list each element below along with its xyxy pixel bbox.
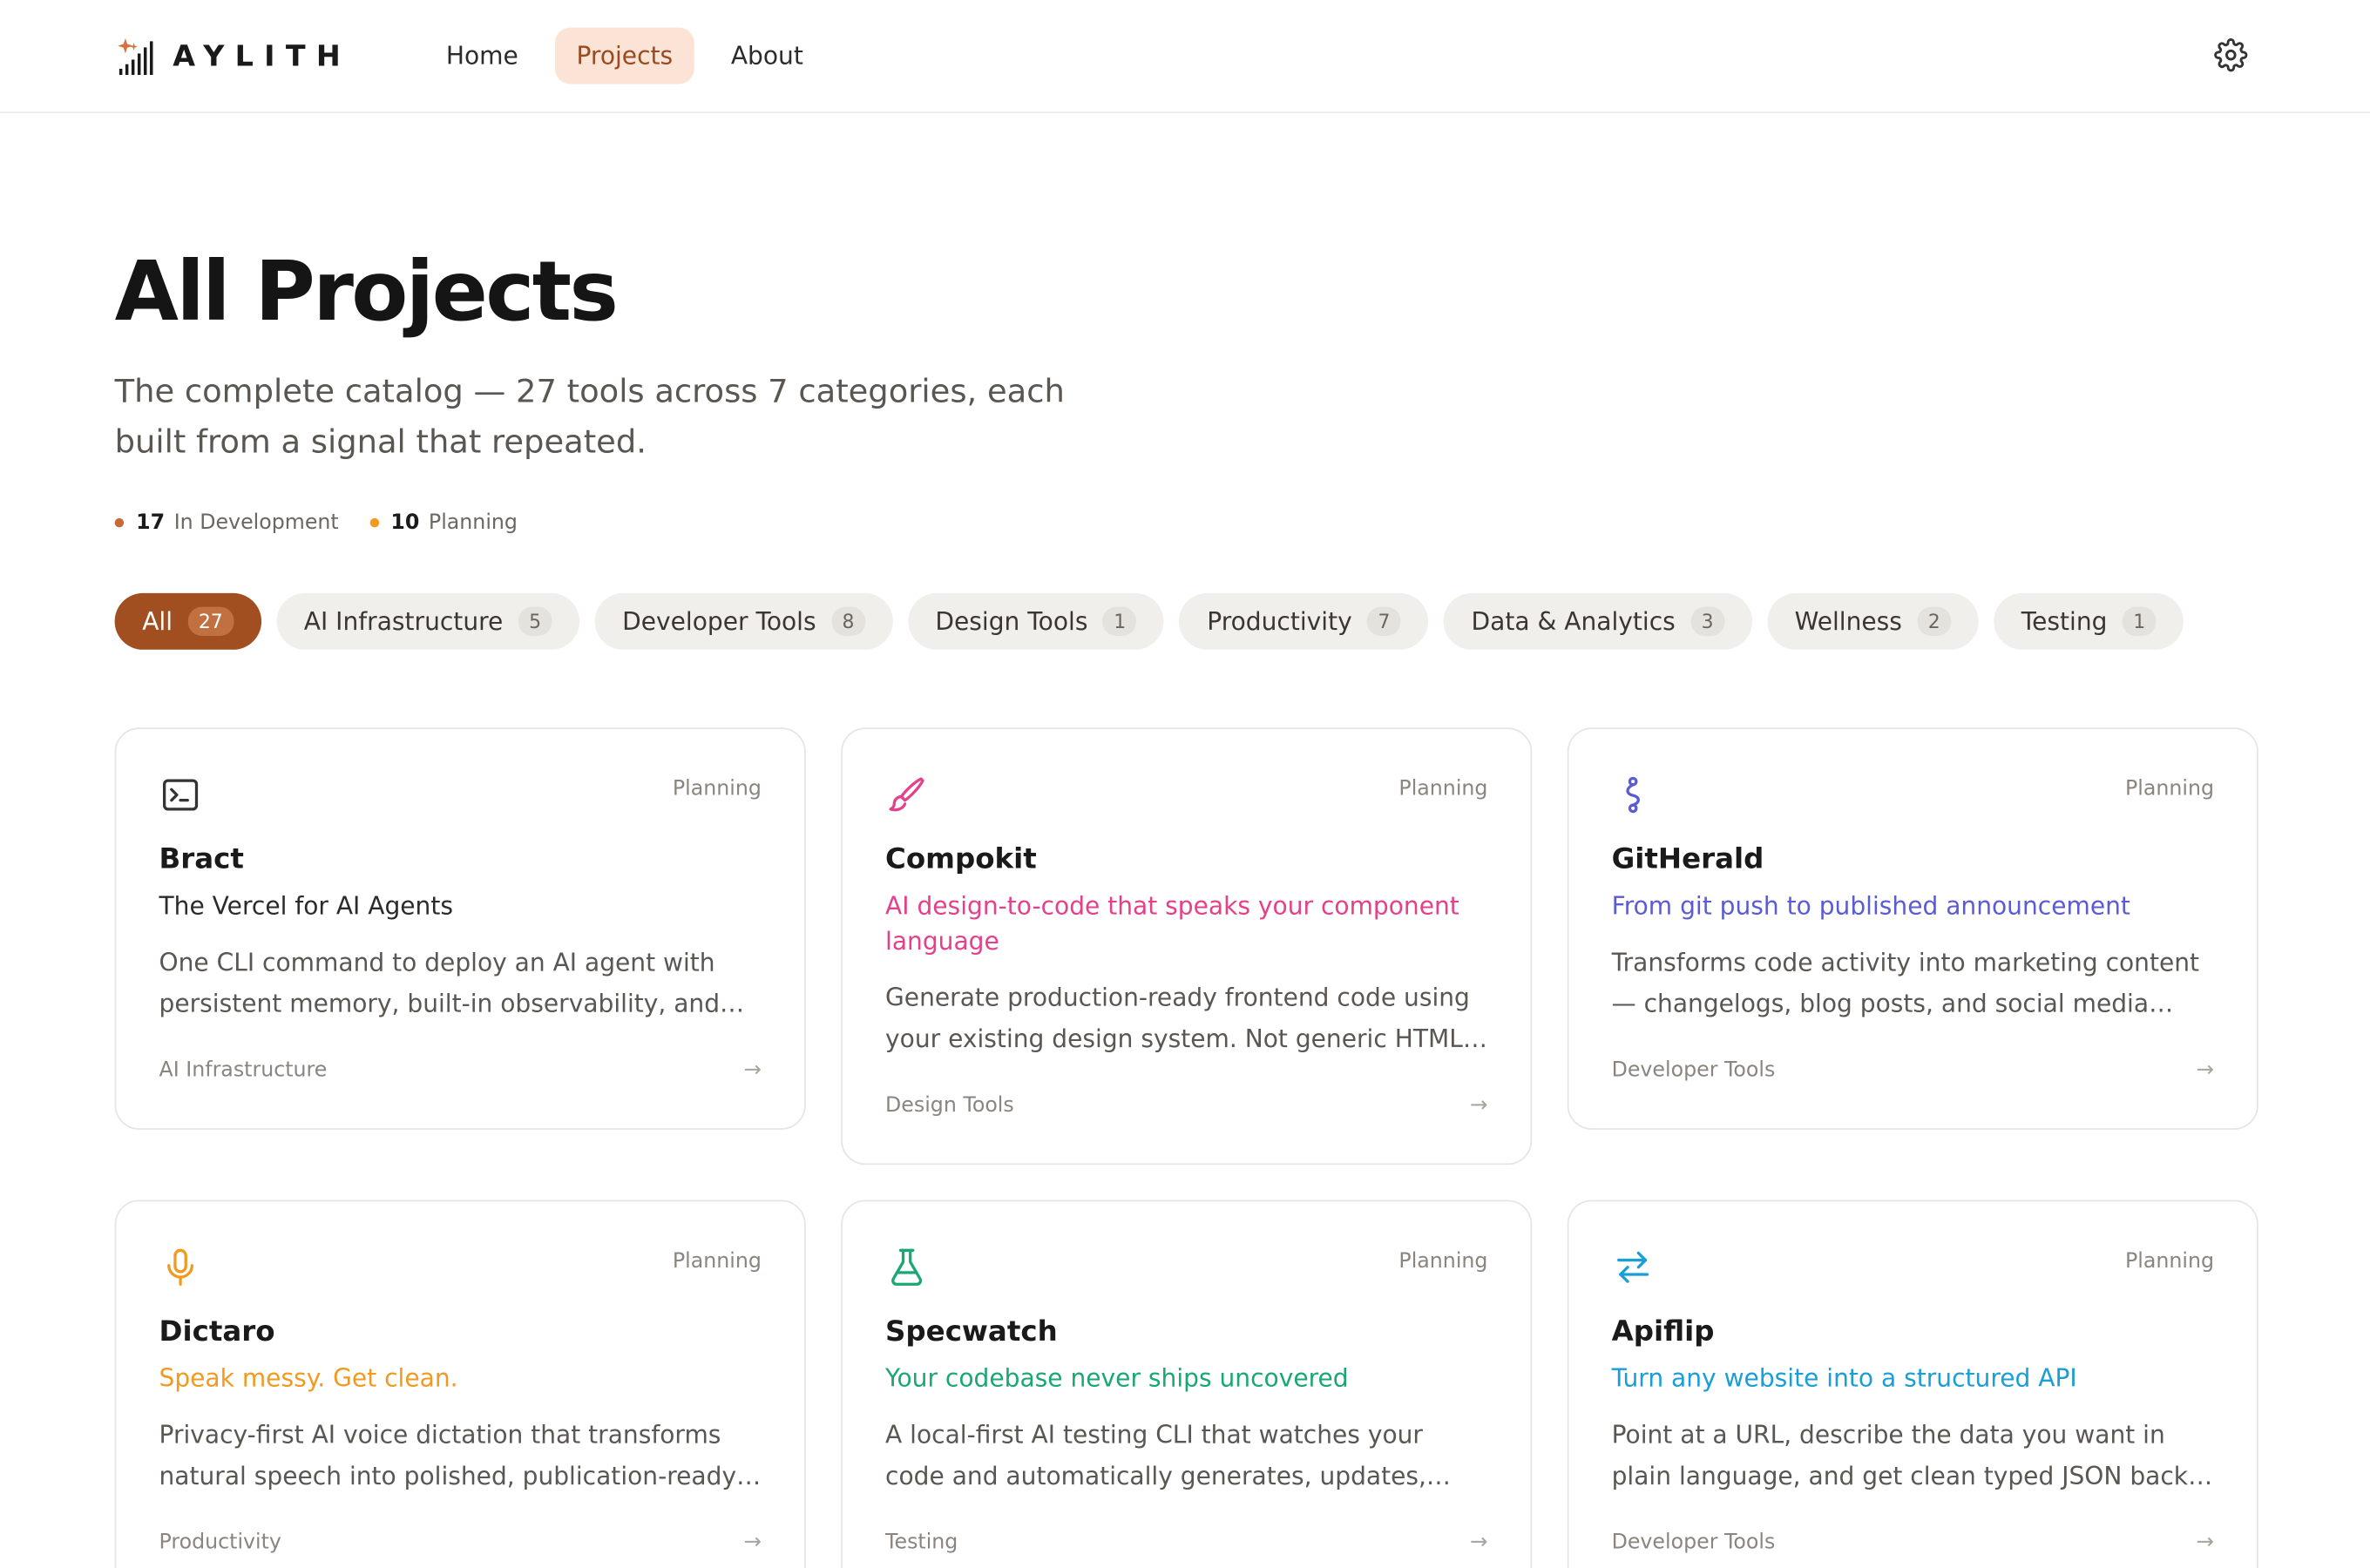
arrow-right-icon: → (1469, 1530, 1488, 1555)
page-title: All Projects (114, 243, 619, 340)
project-category: AI Infrastructure (159, 1058, 328, 1083)
nav-about[interactable]: About (709, 28, 824, 84)
filter-data-analytics[interactable]: Data & Analytics 3 (1443, 592, 1752, 650)
project-tagline: Speak messy. Get clean. (159, 1363, 458, 1393)
project-description: One CLI command to deploy an AI agent wi… (159, 948, 745, 1018)
filter-all[interactable]: All 27 (114, 592, 261, 650)
top-nav: AYLITH Home Projects About (0, 0, 2370, 113)
filter-ai-infrastructure[interactable]: AI Infrastructure 5 (276, 592, 579, 650)
planning-dot-icon (369, 517, 379, 528)
project-description: Transforms code activity into marketing … (1611, 948, 2200, 1018)
paintbrush-icon (889, 777, 924, 812)
project-category: Developer Tools (1611, 1530, 1776, 1555)
project-name: Bract (159, 843, 244, 876)
brand-name: AYLITH (173, 38, 352, 73)
status-badge: Planning (672, 1248, 762, 1274)
arrow-right-icon: → (743, 1058, 762, 1083)
nav-projects[interactable]: Projects (554, 27, 694, 84)
filter-productivity[interactable]: Productivity 7 (1179, 592, 1429, 650)
project-category: Productivity (159, 1530, 281, 1555)
status-badge: Planning (2124, 776, 2215, 801)
nav-home[interactable]: Home (424, 28, 539, 84)
status-badge: Planning (672, 776, 762, 801)
project-name: Compokit (885, 843, 1037, 876)
project-category: Testing (885, 1530, 958, 1555)
project-description: Privacy-first AI voice dictation that tr… (159, 1420, 737, 1490)
hero: All Projects The complete catalog — 27 t… (0, 113, 2370, 650)
arrow-right-icon: → (1469, 1092, 1488, 1118)
brand[interactable]: AYLITH (115, 34, 351, 77)
arrow-right-icon: → (2196, 1058, 2215, 1083)
filter-developer-tools[interactable]: Developer Tools 8 (594, 592, 893, 650)
project-tagline: From git push to published announcement (1611, 891, 2130, 921)
project-description: Generate production-ready frontend code … (885, 983, 1470, 1054)
status-badge: Planning (1398, 776, 1488, 801)
page-subtitle: The complete catalog — 27 tools across 7… (114, 373, 1065, 461)
project-category: Developer Tools (1611, 1058, 1776, 1083)
swap-arrows-icon (1617, 1251, 1649, 1283)
filter-wellness[interactable]: Wellness 2 (1767, 592, 1979, 650)
project-card-compokit[interactable]: Planning Compokit AI design-to-code that… (841, 727, 1533, 1166)
project-name: GitHerald (1611, 843, 1764, 876)
status-stats: 17 In Development 10 Planning (114, 510, 2256, 535)
project-card-bract[interactable]: Planning Bract The Vercel for AI Agents … (114, 727, 806, 1130)
project-name: Dictaro (159, 1315, 275, 1348)
stat-in-development: 17 In Development (114, 510, 339, 535)
project-description: A local-first AI testing CLI that watche… (885, 1420, 1426, 1490)
arrow-right-icon: → (2196, 1530, 2215, 1555)
aylith-logo-icon (118, 37, 153, 75)
project-tagline: Your codebase never ships uncovered (885, 1363, 1349, 1393)
status-badge: Planning (2124, 1248, 2215, 1274)
project-tagline: AI design-to-code that speaks your compo… (885, 891, 1459, 956)
nav-links: Home Projects About (424, 27, 824, 84)
project-tagline: The Vercel for AI Agents (159, 891, 454, 921)
project-card-specwatch[interactable]: Planning Specwatch Your codebase never s… (841, 1200, 1533, 1568)
in-development-dot-icon (114, 517, 125, 528)
project-card-apiflip[interactable]: Planning Apiflip Turn any website into a… (1567, 1200, 2258, 1568)
status-badge: Planning (1398, 1248, 1488, 1274)
terminal-icon (163, 779, 199, 811)
project-grid: Planning Bract The Vercel for AI Agents … (114, 727, 2258, 1568)
project-name: Apiflip (1611, 1315, 1715, 1348)
category-filters: All 27 AI Infrastructure 5 Developer Tools… (114, 592, 2256, 650)
flask-icon (891, 1248, 923, 1286)
filter-design-tools[interactable]: Design Tools 1 (907, 592, 1165, 650)
project-card-dictaro[interactable]: Planning Dictaro Speak messy. Get clean.… (114, 1200, 806, 1568)
project-tagline: Turn any website into a structured API (1611, 1363, 2077, 1393)
gear-icon[interactable] (2214, 38, 2248, 72)
project-card-githerald[interactable]: Planning GitHerald From git push to publ… (1567, 727, 2258, 1130)
project-description: Point at a URL, describe the data you wa… (1611, 1420, 2189, 1490)
project-name: Specwatch (885, 1315, 1058, 1348)
arrow-right-icon: → (743, 1530, 762, 1555)
microphone-icon (167, 1248, 194, 1286)
project-category: Design Tools (885, 1092, 1014, 1118)
git-branch-icon (1626, 776, 1640, 814)
stat-planning: 10 Planning (369, 510, 518, 535)
filter-testing[interactable]: Testing 1 (1994, 592, 2184, 650)
